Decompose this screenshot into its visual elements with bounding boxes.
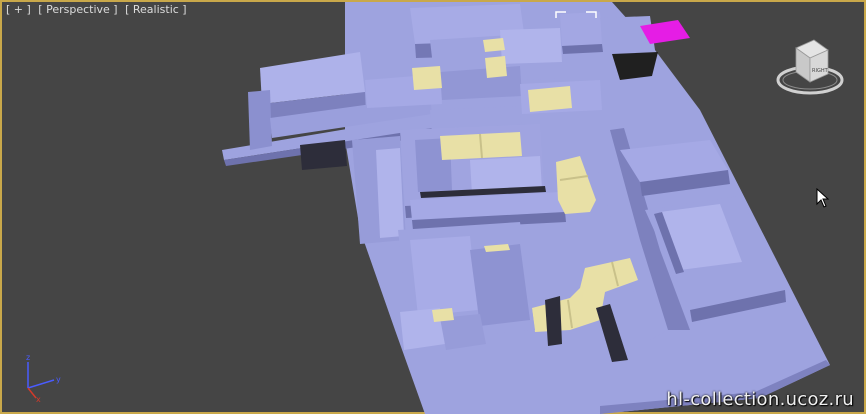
yellow-accent-4	[528, 86, 572, 112]
perspective-viewport[interactable]: [ + ] [ Perspective ] [ Realistic ] RIGH…	[0, 0, 866, 414]
gizmo-z-label: z	[26, 353, 30, 362]
gizmo-x-label: x	[36, 395, 41, 402]
yellow-accent-3	[485, 56, 507, 78]
yellow-small	[432, 308, 454, 322]
watermark-text: hl-collection.ucoz.ru	[666, 389, 854, 410]
lower-block-face	[410, 236, 478, 316]
yellow-accent-2	[483, 38, 505, 52]
viewport-menu-plus[interactable]: [ + ]	[6, 3, 31, 16]
gap-4	[300, 140, 347, 170]
left-column-face	[376, 148, 404, 238]
mouse-cursor-icon	[816, 188, 830, 208]
viewport-label-bar: [ + ] [ Perspective ] [ Realistic ]	[6, 3, 191, 16]
viewport-menu-realistic[interactable]: [ Realistic ]	[125, 3, 187, 16]
mid-block-2	[440, 66, 522, 100]
lower-inner	[470, 244, 530, 326]
scene-3d-model[interactable]	[0, 0, 866, 414]
shadow-hole	[612, 52, 658, 80]
viewport-menu-perspective[interactable]: [ Perspective ]	[38, 3, 117, 16]
viewcube-icon[interactable]: RIGHT	[774, 30, 846, 102]
top-block-3	[500, 28, 562, 64]
gap-2	[545, 296, 562, 346]
gizmo-y-label: y	[56, 375, 61, 384]
viewcube-face-label: RIGHT	[812, 68, 829, 74]
yellow-accent-1	[412, 66, 442, 90]
axis-gizmo-icon: z y x	[26, 353, 61, 402]
left-block	[248, 90, 272, 150]
